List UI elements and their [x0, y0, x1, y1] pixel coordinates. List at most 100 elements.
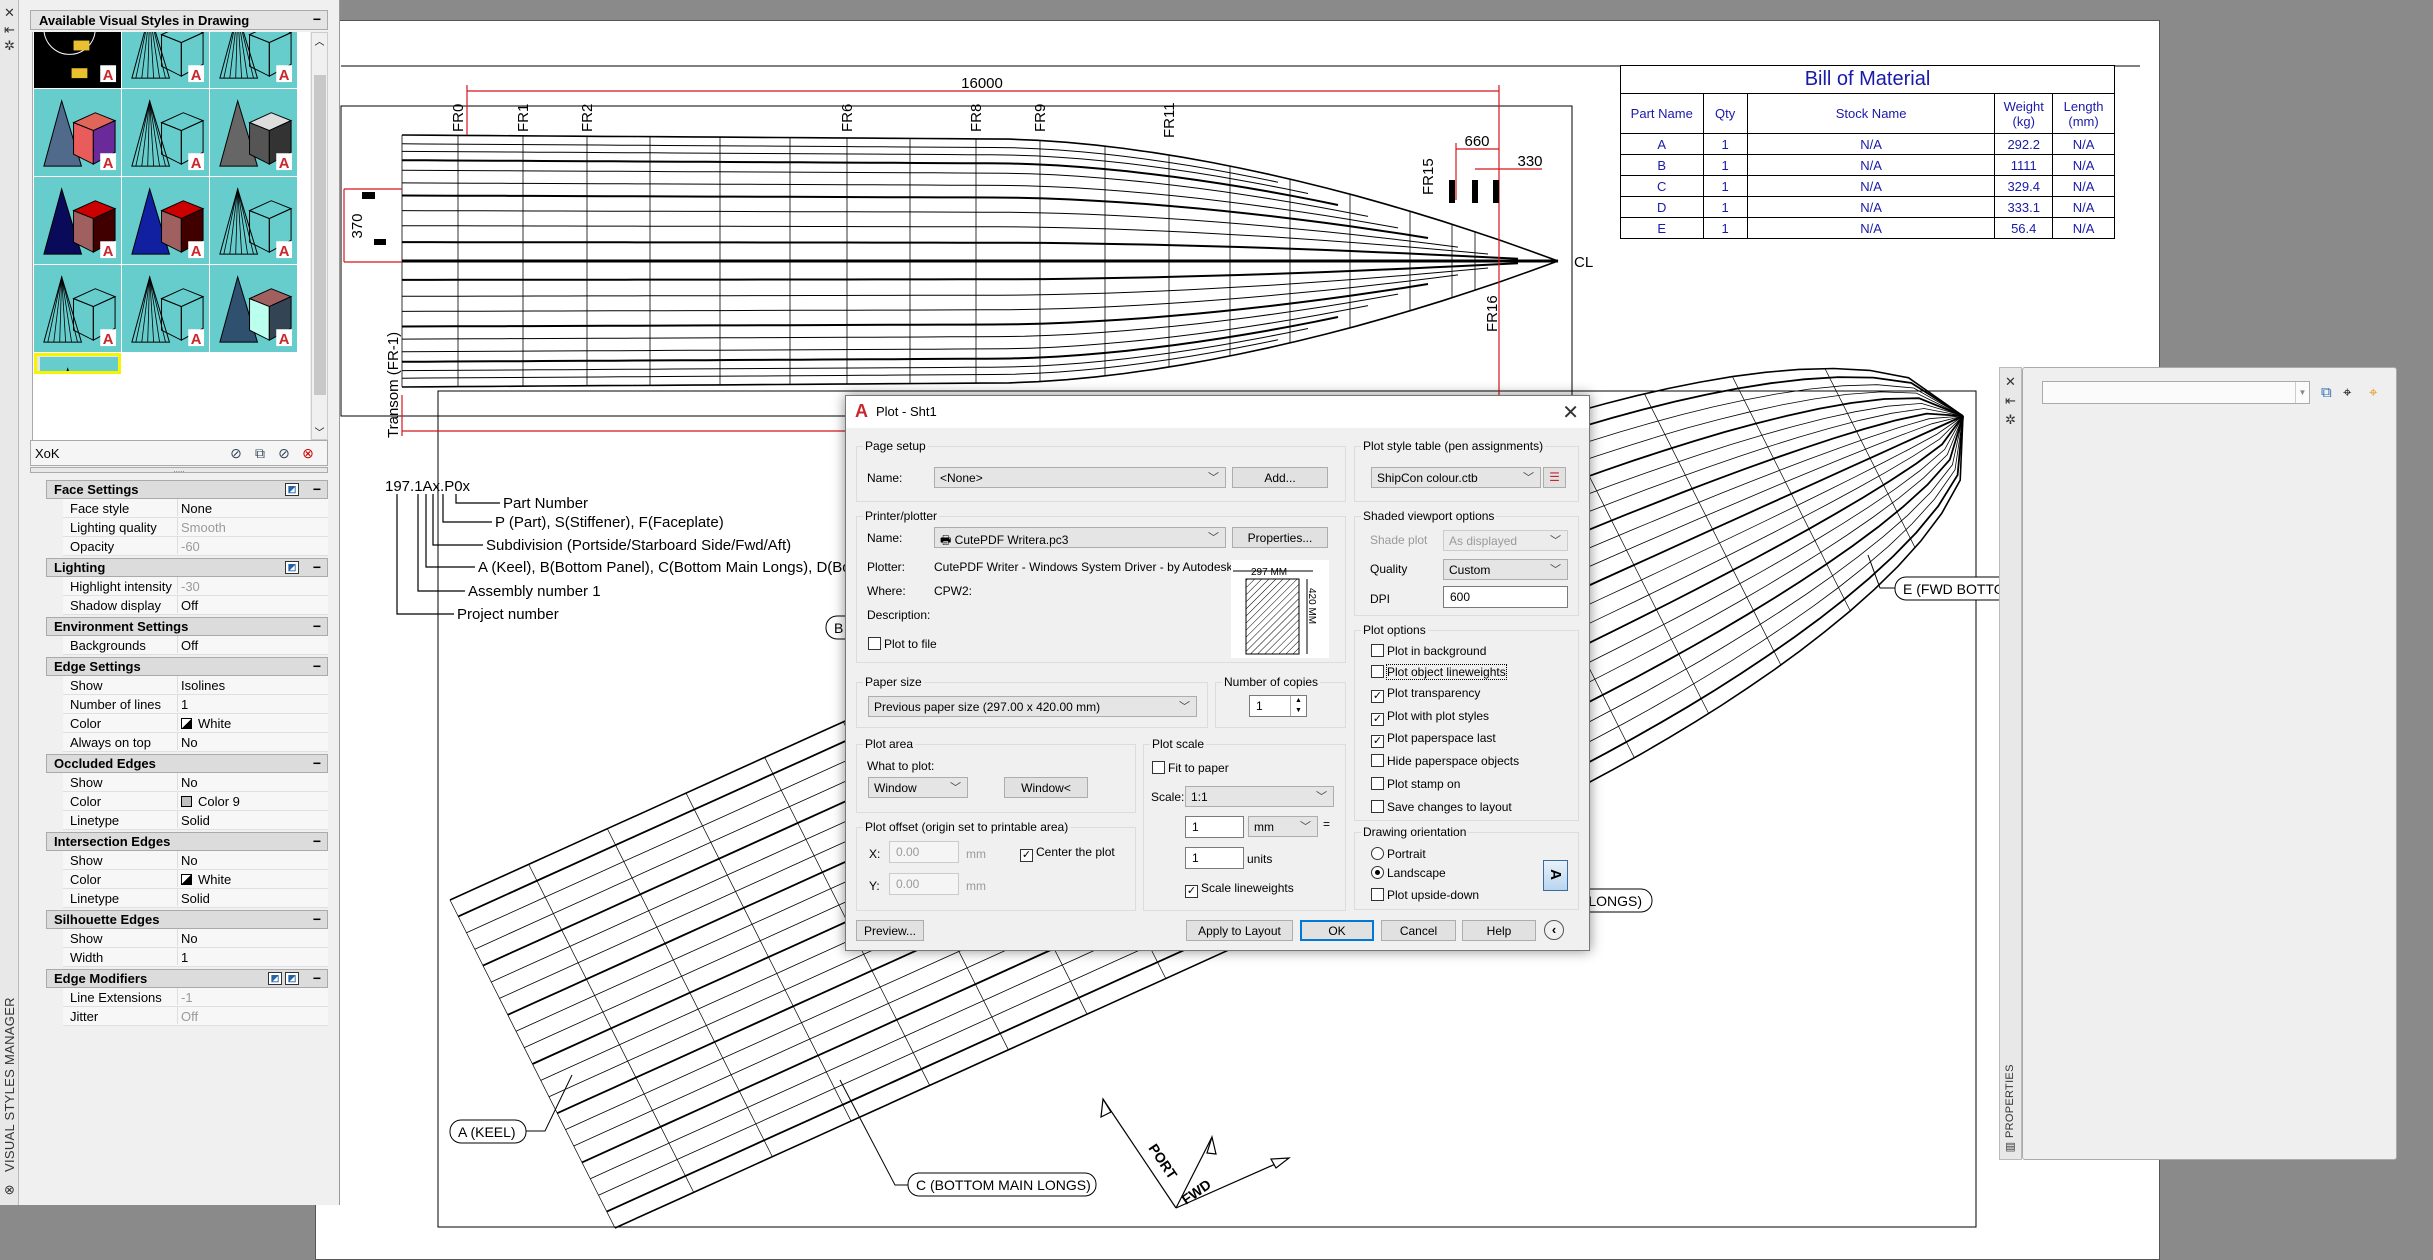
property-value[interactable]: -1: [177, 988, 193, 1005]
checkbox-box[interactable]: ✓: [1371, 713, 1384, 726]
visual-style-thumbnail-wireframe[interactable]: A: [210, 32, 297, 88]
property-value[interactable]: Solid: [177, 811, 210, 828]
drawing-units-input[interactable]: 1: [1185, 847, 1244, 869]
collapse-options-icon[interactable]: ‹: [1544, 920, 1564, 940]
visual-style-thumbnail-current-custom[interactable]: [34, 353, 121, 374]
selection-combobox[interactable]: ▼: [2042, 381, 2310, 404]
shade-plot-select[interactable]: As displayed ﹀: [1443, 530, 1568, 551]
section-header[interactable]: Silhouette Edges −: [46, 910, 328, 929]
visual-style-thumbnail-realistic[interactable]: A: [34, 177, 121, 264]
toggle-pickadd-icon[interactable]: ⌖: [2369, 384, 2377, 401]
plot-option-checkbox[interactable]: Hide paperspace objects: [1371, 754, 1519, 768]
dialog-title-bar[interactable]: A Plot - Sht1 ✕: [846, 396, 1589, 428]
property-row[interactable]: Face style None: [63, 499, 328, 518]
auto-hide-icon[interactable]: ⇤: [2, 22, 17, 38]
palette-close-circle-icon[interactable]: ⊗: [2, 1182, 17, 1198]
property-value[interactable]: White: [177, 870, 231, 887]
visual-style-thumbnail-shaded[interactable]: A: [122, 177, 209, 264]
create-style-icon[interactable]: ⊘: [227, 445, 245, 463]
visual-style-thumbnail-sketchy[interactable]: A: [34, 265, 121, 352]
close-icon[interactable]: ✕: [1562, 400, 1579, 425]
properties-gear-icon[interactable]: ✲: [2003, 412, 2018, 428]
line-extensions-icon[interactable]: ◩: [268, 972, 282, 985]
visual-style-thumbnail-2d-wireframe[interactable]: A: [34, 32, 121, 88]
face-settings-icon[interactable]: ◩: [285, 483, 299, 496]
section-header[interactable]: Edge Settings −: [46, 657, 328, 676]
checkbox-box[interactable]: ✓: [1020, 849, 1033, 862]
property-value[interactable]: No: [177, 851, 198, 868]
checkbox-box[interactable]: [1371, 754, 1384, 767]
visual-style-thumbnail-wireframe[interactable]: A: [210, 177, 297, 264]
property-row[interactable]: Color Color 9: [63, 792, 328, 811]
property-row[interactable]: Highlight intensity -30: [63, 577, 328, 596]
delete-style-icon[interactable]: ⊗: [299, 445, 317, 463]
what-to-plot-select[interactable]: Window ﹀: [868, 777, 968, 798]
property-value[interactable]: 1: [177, 948, 188, 965]
ok-button[interactable]: OK: [1300, 920, 1374, 941]
property-row[interactable]: Opacity -60: [63, 537, 328, 556]
property-row[interactable]: Number of lines 1: [63, 695, 328, 714]
plot-to-file-checkbox[interactable]: Plot to file: [868, 637, 937, 651]
property-value[interactable]: Off: [177, 636, 198, 653]
property-value[interactable]: Smooth: [177, 518, 226, 535]
visual-style-thumbnail-wireframe[interactable]: A: [122, 265, 209, 352]
plot-option-checkbox[interactable]: Plot stamp on: [1371, 777, 1460, 791]
collapse-icon[interactable]: −: [313, 11, 321, 27]
property-value[interactable]: Off: [177, 1007, 198, 1024]
palette-title-strip[interactable]: ✕ ⇤ ✲ VISUAL STYLES MANAGER ⊗: [0, 0, 19, 1205]
cancel-button[interactable]: Cancel: [1381, 920, 1456, 941]
radio-button[interactable]: [1371, 847, 1384, 860]
property-value[interactable]: Off: [177, 596, 198, 613]
property-row[interactable]: Color White: [63, 714, 328, 733]
edit-plot-style-button[interactable]: ☰: [1543, 467, 1566, 488]
property-row[interactable]: Show No: [63, 773, 328, 792]
lighting-icon[interactable]: ◩: [285, 561, 299, 574]
auto-hide-icon[interactable]: ⇤: [2003, 393, 2018, 409]
property-value[interactable]: -30: [177, 577, 200, 594]
radio-button[interactable]: [1371, 866, 1384, 879]
collapse-icon[interactable]: −: [313, 658, 321, 674]
checkbox-box[interactable]: [1371, 644, 1384, 657]
scroll-down-icon[interactable]: ﹀: [312, 424, 327, 439]
property-row[interactable]: Backgrounds Off: [63, 636, 328, 655]
add-page-setup-button[interactable]: Add...: [1232, 467, 1328, 488]
upside-down-checkbox[interactable]: Plot upside-down: [1371, 888, 1479, 902]
center-plot-checkbox[interactable]: ✓ Center the plot: [1020, 845, 1115, 862]
plot-style-select[interactable]: ShipCon colour.ctb ﹀: [1371, 467, 1541, 488]
section-header[interactable]: Intersection Edges −: [46, 832, 328, 851]
property-row[interactable]: Width 1: [63, 948, 328, 967]
dpi-input[interactable]: 600: [1443, 586, 1568, 608]
property-row[interactable]: Show Isolines: [63, 676, 328, 695]
paper-size-select[interactable]: Previous paper size (297.00 x 420.00 mm)…: [868, 696, 1197, 717]
section-header[interactable]: Occluded Edges −: [46, 754, 328, 773]
checkbox-box[interactable]: [1371, 800, 1384, 813]
property-row[interactable]: Line Extensions -1: [63, 988, 328, 1007]
property-row[interactable]: Linetype Solid: [63, 811, 328, 830]
help-button[interactable]: Help: [1462, 920, 1536, 941]
visual-style-thumbnail-wireframe[interactable]: A: [122, 32, 209, 88]
visual-style-thumbnail-x-ray[interactable]: A: [210, 265, 297, 352]
property-row[interactable]: Jitter Off: [63, 1007, 328, 1026]
property-row[interactable]: Show No: [63, 929, 328, 948]
property-row[interactable]: Shadow display Off: [63, 596, 328, 615]
section-header[interactable]: Edge Modifiers ◩ ◩ −: [46, 969, 328, 988]
property-value[interactable]: No: [177, 733, 198, 750]
collapse-icon[interactable]: −: [313, 970, 321, 986]
scroll-up-icon[interactable]: ︿: [312, 33, 327, 48]
properties-title-strip[interactable]: ✕ ⇤ ✲ PROPERTIES ▤: [1999, 367, 2022, 1160]
preview-button[interactable]: Preview...: [856, 920, 924, 941]
thumbnails-scrollbar[interactable]: ︿ ﹀: [311, 32, 328, 440]
palette-menu-icon[interactable]: ▤: [2003, 1140, 2018, 1153]
property-value[interactable]: -60: [177, 537, 200, 554]
chevron-down-icon[interactable]: ▼: [2295, 382, 2309, 403]
quick-select-icon[interactable]: ⧉: [2321, 384, 2332, 401]
collapse-icon[interactable]: −: [313, 618, 321, 634]
checkbox-box[interactable]: [1371, 665, 1384, 678]
close-icon[interactable]: ✕: [2, 5, 17, 21]
plot-option-checkbox[interactable]: Save changes to layout: [1371, 800, 1512, 814]
property-row[interactable]: Show No: [63, 851, 328, 870]
offset-x-input[interactable]: 0.00: [889, 841, 959, 863]
fit-to-paper-checkbox[interactable]: Fit to paper: [1152, 761, 1229, 775]
page-setup-name-select[interactable]: <None> ﹀: [934, 467, 1226, 488]
checkbox-box[interactable]: ✓: [1371, 735, 1384, 748]
